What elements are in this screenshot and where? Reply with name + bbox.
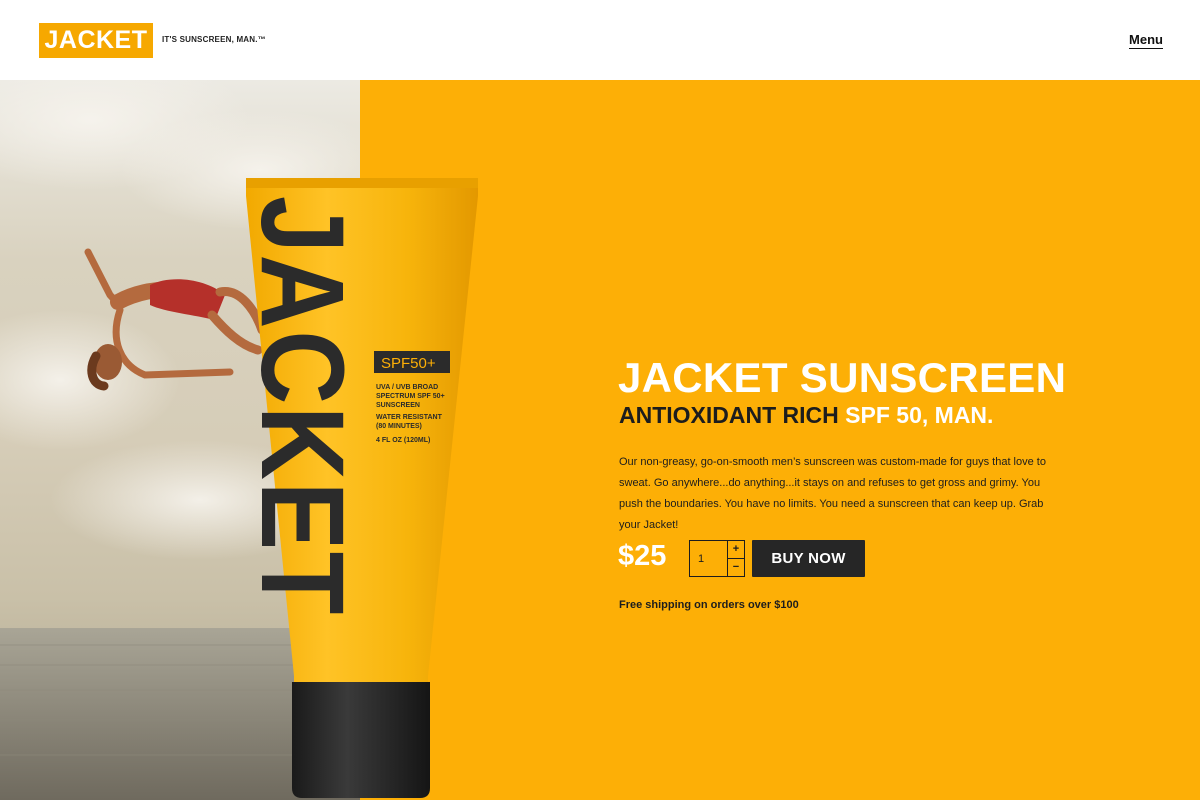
tube-graphic: JACKET SPF50+ UVA / UVB BROAD SPECTRUM S… xyxy=(236,178,478,798)
product-price: $25 xyxy=(618,540,667,572)
product-tube: JACKET SPF50+ UVA / UVB BROAD SPECTRUM S… xyxy=(236,176,480,800)
buy-now-button[interactable]: BUY NOW xyxy=(752,540,865,577)
site-header: JACKET IT'S SUNSCREEN, MAN.™ Menu xyxy=(0,0,1200,80)
tube-water-line-1: WATER RESISTANT xyxy=(376,414,443,421)
tube-spec-line-1: UVA / UVB BROAD xyxy=(376,384,438,391)
tube-spec-line-2: SPECTRUM SPF 50+ xyxy=(376,393,445,400)
subtitle-highlight: SPF 50, MAN. xyxy=(845,402,994,428)
product-title: JACKET SUNSCREEN xyxy=(618,354,1067,401)
product-subtitle: ANTIOXIDANT RICH SPF 50, MAN. xyxy=(619,404,993,427)
quantity-decrease-button[interactable]: − xyxy=(728,558,744,576)
quantity-input[interactable] xyxy=(690,541,727,576)
subtitle-lead: ANTIOXIDANT RICH xyxy=(619,402,846,428)
product-description: Our non-greasy, go-on-smooth men’s sunsc… xyxy=(619,456,1046,531)
tube-volume: 4 FL OZ (120ML) xyxy=(376,437,430,444)
tube-spec-line-3: SUNSCREEN xyxy=(376,402,420,409)
tagline: IT'S SUNSCREEN, MAN.™ xyxy=(162,35,266,44)
shipping-note: Free shipping on orders over $100 xyxy=(619,599,799,611)
logo[interactable]: JACKET xyxy=(39,23,153,58)
menu-link[interactable]: Menu xyxy=(1129,32,1163,50)
logo-text: JACKET xyxy=(44,26,148,54)
tube-water-line-2: (80 MINUTES) xyxy=(376,423,422,430)
quantity-controls: + − xyxy=(727,541,744,576)
hero-panel xyxy=(360,80,1200,800)
spf-badge-text: SPF50+ xyxy=(381,355,436,372)
quantity-stepper: + − xyxy=(689,540,745,577)
tube-brand-text: JACKET xyxy=(244,196,368,616)
quantity-increase-button[interactable]: + xyxy=(728,541,744,558)
